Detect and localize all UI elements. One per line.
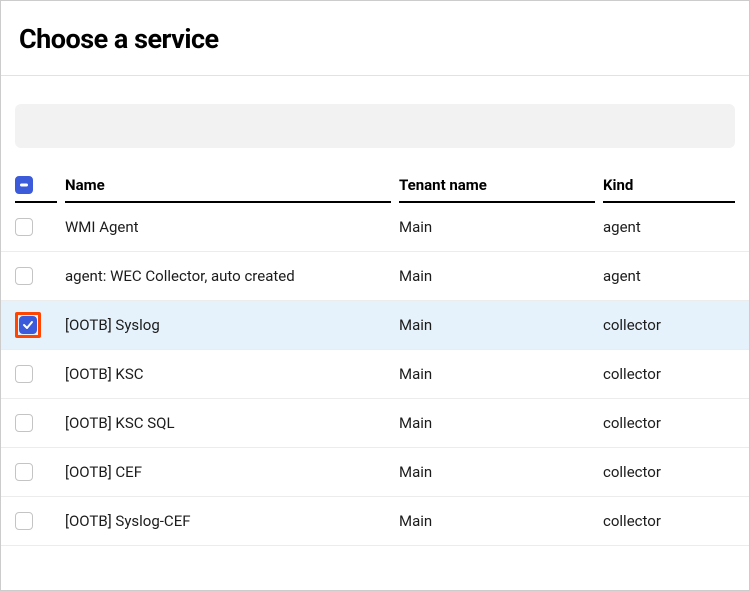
- table-row[interactable]: [OOTB] Syslog Main collector: [1, 301, 749, 350]
- table-row[interactable]: [OOTB] KSC Main collector: [1, 350, 749, 399]
- row-checkbox-cell: [15, 512, 57, 530]
- table-header-row: Name Tenant name Kind: [1, 162, 749, 203]
- row-checkbox[interactable]: [15, 365, 33, 383]
- tenant-name: Main: [399, 365, 595, 383]
- table-row[interactable]: [OOTB] CEF Main collector: [1, 448, 749, 497]
- service-kind: collector: [603, 365, 735, 383]
- service-name: [OOTB] KSC SQL: [65, 414, 391, 432]
- service-name: agent: WEC Collector, auto created: [65, 267, 391, 285]
- service-kind: agent: [603, 218, 735, 236]
- row-checkbox-cell: [15, 218, 57, 236]
- tenant-name: Main: [399, 463, 595, 481]
- row-checkbox[interactable]: [19, 316, 37, 334]
- service-name: WMI Agent: [65, 218, 391, 236]
- search-input[interactable]: [15, 104, 735, 148]
- row-checkbox[interactable]: [15, 512, 33, 530]
- row-checkbox[interactable]: [15, 463, 33, 481]
- select-all-header: [15, 176, 57, 203]
- table-row[interactable]: WMI Agent Main agent: [1, 203, 749, 252]
- filter-area: [1, 76, 749, 162]
- service-kind: agent: [603, 267, 735, 285]
- select-all-checkbox[interactable]: [15, 176, 33, 194]
- column-header-kind[interactable]: Kind: [603, 176, 735, 203]
- tenant-name: Main: [399, 218, 595, 236]
- column-header-tenant[interactable]: Tenant name: [399, 176, 595, 203]
- tenant-name: Main: [399, 316, 595, 334]
- service-name: [OOTB] KSC: [65, 365, 391, 383]
- row-checkbox-cell: [15, 414, 57, 432]
- page-title: Choose a service: [19, 23, 731, 55]
- service-kind: collector: [603, 414, 735, 432]
- service-name: [OOTB] CEF: [65, 463, 391, 481]
- tenant-name: Main: [399, 267, 595, 285]
- service-kind: collector: [603, 463, 735, 481]
- highlight-annotation: [15, 312, 41, 338]
- row-checkbox-cell: [15, 312, 57, 338]
- table-row[interactable]: [OOTB] Syslog-CEF Main collector: [1, 497, 749, 546]
- row-checkbox[interactable]: [15, 267, 33, 285]
- tenant-name: Main: [399, 414, 595, 432]
- services-table: Name Tenant name Kind WMI AgentMainagent…: [1, 162, 749, 546]
- table-row[interactable]: agent: WEC Collector, auto created Mainag…: [1, 252, 749, 301]
- tenant-name: Main: [399, 512, 595, 530]
- table-row[interactable]: [OOTB] KSC SQL Main collector: [1, 399, 749, 448]
- service-name: [OOTB] Syslog-CEF: [65, 512, 391, 530]
- row-checkbox[interactable]: [15, 218, 33, 236]
- row-checkbox-cell: [15, 267, 57, 285]
- service-name: [OOTB] Syslog: [65, 316, 391, 334]
- dialog-header: Choose a service: [1, 1, 749, 75]
- row-checkbox-cell: [15, 463, 57, 481]
- column-header-name[interactable]: Name: [65, 176, 391, 203]
- service-kind: collector: [603, 512, 735, 530]
- row-checkbox-cell: [15, 365, 57, 383]
- row-checkbox[interactable]: [15, 414, 33, 432]
- table-body: WMI AgentMainagentagent: WEC Collector, …: [1, 203, 749, 546]
- service-kind: collector: [603, 316, 735, 334]
